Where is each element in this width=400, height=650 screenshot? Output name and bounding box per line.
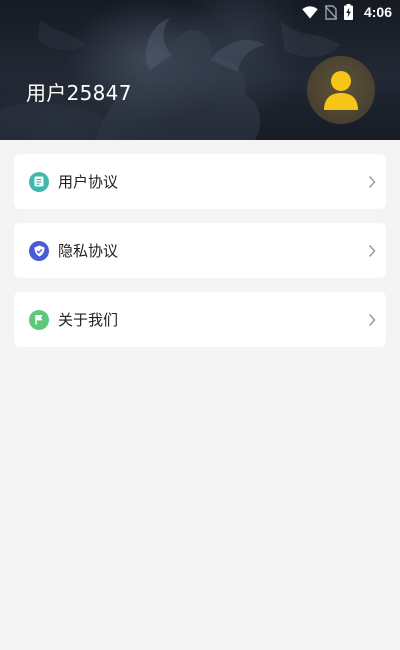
avatar[interactable]	[307, 56, 375, 124]
chevron-right-icon	[368, 175, 376, 189]
wifi-icon	[302, 5, 318, 19]
username-label: 用户25847	[26, 81, 132, 105]
chevron-right-icon	[368, 244, 376, 258]
status-bar: 4:06	[302, 0, 400, 24]
settings-menu: 用户协议 隐私协议 关于我们	[14, 154, 386, 361]
user-avatar-icon	[324, 71, 358, 110]
document-icon	[29, 171, 49, 192]
status-time: 4:06	[363, 4, 392, 20]
menu-item-label: 关于我们	[58, 311, 119, 329]
menu-item-label: 用户协议	[58, 173, 119, 191]
flag-icon	[29, 309, 49, 330]
menu-item-about-us[interactable]: 关于我们	[14, 292, 386, 347]
shield-icon	[29, 240, 49, 261]
menu-item-user-agreement[interactable]: 用户协议	[14, 154, 386, 209]
no-sim-icon	[324, 4, 337, 20]
chevron-right-icon	[368, 313, 376, 327]
menu-item-label: 隐私协议	[58, 242, 119, 260]
profile-header: 4:06 用户25847	[0, 0, 400, 140]
menu-item-privacy-agreement[interactable]: 隐私协议	[14, 223, 386, 278]
battery-charging-icon	[343, 4, 353, 20]
